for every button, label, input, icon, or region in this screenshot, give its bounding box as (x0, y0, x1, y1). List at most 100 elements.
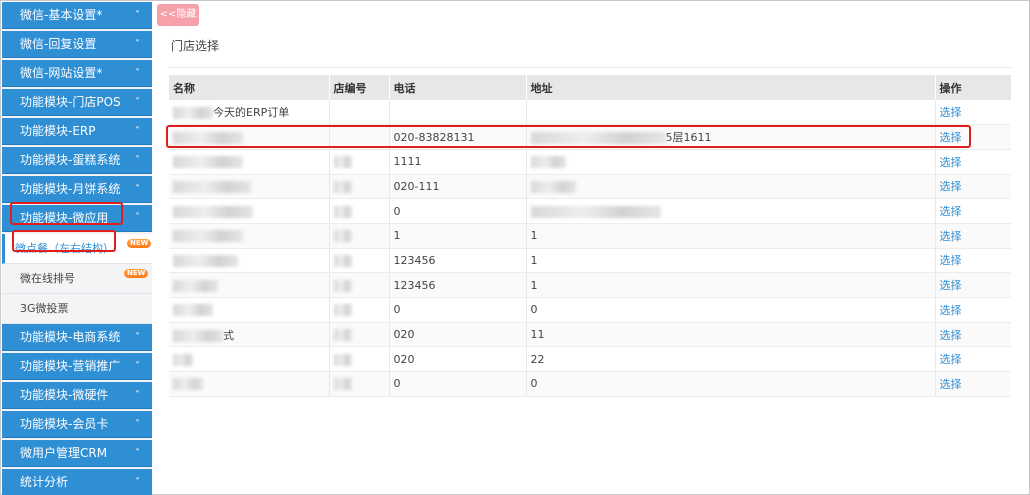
cell-name-text: 今天的ERP订单 (213, 106, 290, 120)
menu-label: 功能模块-营销推广 (20, 359, 121, 373)
select-link[interactable]: 选择 (940, 131, 962, 144)
chevron-down-icon: ˅ (135, 39, 140, 50)
cell-phone: 123456 (388, 248, 526, 274)
cell-phone: 020-83828131 (388, 124, 526, 150)
cell-op: 选择 (934, 248, 1011, 274)
select-link[interactable]: 选择 (940, 254, 962, 267)
sub-item-micro-ordering[interactable]: 微点餐（左右结构） NEW (2, 234, 152, 264)
cell-name (169, 371, 329, 397)
menu-label: 微信-基本设置* (20, 8, 103, 22)
table-row: 式 020 11 选择 (169, 322, 1011, 348)
column-header-name: 名称 (169, 75, 329, 100)
cell-name (169, 297, 329, 323)
redacted-text (333, 304, 352, 317)
sub-item-online-queue[interactable]: 微在线排号 NEW (2, 264, 152, 294)
divider (169, 67, 1011, 68)
menu-label: 功能模块-微硬件 (20, 388, 109, 402)
select-link[interactable]: 选择 (940, 205, 962, 218)
menu-store-pos[interactable]: 功能模块-门店POS ˅ (2, 89, 152, 116)
cell-address-text: 5层1611 (665, 131, 712, 145)
redacted-text (333, 230, 352, 243)
cell-op: 选择 (934, 198, 1011, 224)
cell-address (525, 149, 935, 175)
cell-code (328, 223, 389, 249)
menu-label: 功能模块-微应用 (20, 211, 109, 225)
menu-label: 统计分析 (20, 475, 69, 489)
cell-code (328, 371, 389, 397)
select-link[interactable]: 选择 (940, 329, 962, 342)
cell-phone: 123456 (388, 272, 526, 298)
menu-label: 微用户管理CRM (20, 446, 108, 460)
redacted-text (173, 304, 213, 317)
menu-marketing[interactable]: 功能模块-营销推广 ˅ (2, 353, 152, 380)
cell-op: 选择 (934, 322, 1011, 348)
redacted-text (173, 205, 253, 218)
cell-phone: 0 (388, 297, 526, 323)
cell-name: 今天的ERP订单 (169, 100, 329, 126)
cell-code (328, 100, 389, 126)
menu-label: 功能模块-蛋糕系统 (20, 153, 121, 167)
cell-name (169, 248, 329, 274)
cell-name (169, 174, 329, 200)
table-row: 020 22 选择 (169, 346, 1011, 373)
sub-item-label: 微点餐（左右结构） (15, 242, 114, 255)
cell-phone: 1 (388, 223, 526, 249)
cell-address: 1 (525, 272, 935, 298)
select-link[interactable]: 选择 (940, 304, 962, 317)
redacted-text (333, 329, 352, 342)
cell-address: 5层1611 (525, 124, 935, 150)
select-link[interactable]: 选择 (940, 353, 962, 366)
chevron-down-icon: ˅ (135, 155, 140, 166)
hide-sidebar-button[interactable]: <<隐藏 (157, 4, 199, 26)
menu-cake-system[interactable]: 功能模块-蛋糕系统 ˅ (2, 147, 152, 174)
menu-wechat-site-settings[interactable]: 微信-网站设置* ˅ (2, 60, 152, 87)
cell-name (169, 124, 329, 150)
redacted-text (173, 107, 213, 120)
sub-item-label: 3G微投票 (20, 302, 69, 315)
menu-crm[interactable]: 微用户管理CRM ˅ (2, 440, 152, 467)
select-link[interactable]: 选择 (940, 230, 962, 243)
sub-item-3g-voting[interactable]: 3G微投票 (2, 294, 152, 324)
redacted-text (333, 205, 352, 218)
chevron-up-icon: ˄ (135, 212, 140, 223)
cell-name (169, 272, 329, 298)
cell-phone (388, 100, 526, 126)
chevron-down-icon: ˅ (135, 184, 140, 195)
column-header-phone: 电话 (388, 75, 526, 100)
cell-code (328, 272, 389, 298)
menu-wechat-reply-settings[interactable]: 微信-回复设置 ˅ (2, 31, 152, 58)
menu-label: 微信-网站设置* (20, 66, 103, 80)
menu-ecommerce[interactable]: 功能模块-电商系统 ˅ (2, 324, 152, 351)
select-link[interactable]: 选择 (940, 156, 962, 169)
chevron-down-icon: ˅ (135, 448, 140, 459)
menu-mooncake-system[interactable]: 功能模块-月饼系统 ˅ (2, 176, 152, 203)
select-link[interactable]: 选择 (940, 378, 962, 391)
menu-micro-hardware[interactable]: 功能模块-微硬件 ˅ (2, 382, 152, 409)
menu-statistics[interactable]: 统计分析 ˅ (2, 469, 152, 495)
redacted-text (333, 279, 352, 292)
redacted-text (173, 378, 203, 391)
cell-address: 22 (525, 346, 935, 373)
cell-name (169, 346, 329, 373)
select-link[interactable]: 选择 (940, 279, 962, 292)
redacted-text (530, 132, 666, 145)
cell-address (525, 198, 935, 224)
cell-code (328, 149, 389, 175)
select-link[interactable]: 选择 (940, 106, 962, 119)
sub-item-label: 微在线排号 (20, 272, 75, 285)
menu-erp[interactable]: 功能模块-ERP ˅ (2, 118, 152, 145)
table-row: 020-83828131 5层1611 选择 (169, 124, 1011, 150)
chevron-down-icon: ˅ (135, 68, 140, 79)
redacted-text (173, 353, 193, 366)
menu-membership-card[interactable]: 功能模块-会员卡 ˅ (2, 411, 152, 438)
cell-address (525, 100, 935, 126)
chevron-down-icon: ˅ (135, 390, 140, 401)
select-link[interactable]: 选择 (940, 180, 962, 193)
store-table: 名称 店编号 电话 地址 操作 今天的ERP订单 选择 020-83828131… (169, 75, 1011, 397)
cell-phone: 020-111 (388, 174, 526, 200)
menu-micro-apps[interactable]: 功能模块-微应用 ˄ (2, 205, 152, 232)
cell-op: 选择 (934, 174, 1011, 200)
cell-op: 选择 (934, 272, 1011, 298)
menu-wechat-basic-settings[interactable]: 微信-基本设置* ˅ (2, 2, 152, 29)
cell-phone: 020 (388, 346, 526, 373)
